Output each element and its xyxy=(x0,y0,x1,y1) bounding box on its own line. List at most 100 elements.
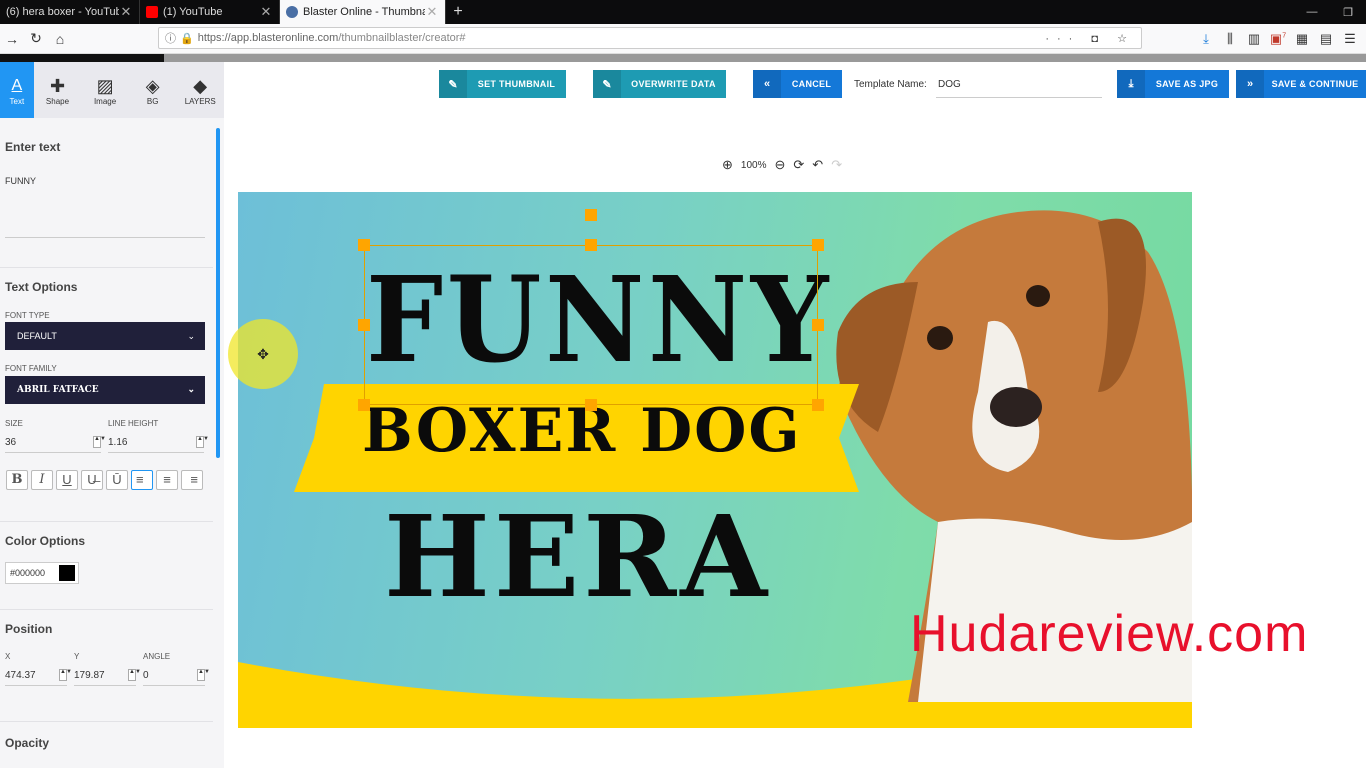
library-icon[interactable]: ⫼ xyxy=(1218,31,1242,47)
underline-button[interactable]: U xyxy=(56,470,78,490)
tab-label: BG xyxy=(146,96,159,106)
section-title: Color Options xyxy=(5,534,85,548)
restore-icon[interactable]: ❐ xyxy=(1330,0,1366,24)
zoom-level: 100% xyxy=(740,159,767,171)
text-icon: A xyxy=(11,76,23,94)
home-icon[interactable]: ⌂ xyxy=(48,31,72,47)
youtube-icon xyxy=(146,6,158,18)
info-icon[interactable]: ⓘ xyxy=(165,30,176,46)
color-input[interactable]: #000000 xyxy=(5,562,79,584)
resize-handle[interactable] xyxy=(358,319,370,331)
bold-button[interactable]: B xyxy=(6,470,28,490)
format-buttons: B I U U̶ Ū ≡ ≡ ≡ xyxy=(6,470,203,490)
browser-tab-youtube-search[interactable]: (6) hera boxer - YouTube ✕ xyxy=(0,0,140,24)
x-input[interactable]: 474.37 ▲▼ xyxy=(5,666,72,686)
new-tab-button[interactable]: + xyxy=(446,0,470,24)
color-swatch[interactable] xyxy=(59,565,75,581)
paint-bucket-icon: ◈ xyxy=(145,75,160,96)
close-tab-icon[interactable]: ✕ xyxy=(425,4,439,20)
move-cursor-icon: ✥ xyxy=(228,319,298,389)
stepper-icon[interactable]: ▲▼ xyxy=(196,436,209,448)
chevron-down-icon: ⌄ xyxy=(187,331,195,341)
overwrite-data-button[interactable]: ✎ OVERWRITE DATA xyxy=(593,70,726,98)
tab-label: Shape xyxy=(45,96,70,106)
tab-text[interactable]: A Text xyxy=(0,62,34,118)
resize-handle[interactable] xyxy=(358,399,370,411)
align-left-button[interactable]: ≡ xyxy=(131,470,153,490)
extension-badge-icon[interactable]: ▣7 xyxy=(1266,31,1290,47)
reload-icon[interactable]: ↻ xyxy=(24,30,48,47)
stepper-icon[interactable]: ▲▼ xyxy=(93,436,106,448)
download-icon[interactable]: ⤓ xyxy=(1194,31,1218,47)
rotate-handle[interactable] xyxy=(585,209,597,221)
browser-tab-blaster[interactable]: Blaster Online - Thumbnail Bla ✕ xyxy=(280,0,446,24)
more-icon[interactable]: ··· xyxy=(1045,33,1080,45)
italic-button[interactable]: I xyxy=(31,470,53,490)
x-value: 474.37 xyxy=(5,670,36,681)
extension-icon[interactable]: ▦ xyxy=(1290,31,1314,47)
tab-image[interactable]: ▨ Image xyxy=(81,62,129,118)
size-value: 36 xyxy=(5,437,17,448)
button-label: SAVE & CONTINUE xyxy=(1271,79,1359,89)
browser-tab-youtube[interactable]: (1) YouTube ✕ xyxy=(140,0,280,24)
tab-shape[interactable]: ✚ Shape xyxy=(34,62,82,118)
align-center-button[interactable]: ≡ xyxy=(156,470,178,490)
rewind-icon: « xyxy=(753,70,781,98)
angle-input[interactable]: 0 ▲▼ xyxy=(143,666,210,686)
sidebar-icon[interactable]: ▥ xyxy=(1242,31,1266,47)
tool-tabs: A Text ✚ Shape ▨ Image ◈ BG ◆ LAYERS xyxy=(0,62,224,118)
forward-icon[interactable]: → xyxy=(0,31,24,47)
save-continue-button[interactable]: » SAVE & CONTINUE xyxy=(1236,70,1366,98)
close-tab-icon[interactable]: ✕ xyxy=(119,4,133,20)
cancel-button[interactable]: « CANCEL xyxy=(753,70,842,98)
color-value: #000000 xyxy=(10,568,46,578)
zoom-in-icon[interactable]: ⊕ xyxy=(722,157,733,173)
stepper-icon[interactable]: ▲▼ xyxy=(59,669,72,681)
line-height-input[interactable]: 1.16 ▲▼ xyxy=(108,433,209,453)
stepper-icon[interactable]: ▲▼ xyxy=(197,669,210,681)
menu-icon[interactable]: ☰ xyxy=(1338,31,1362,47)
font-family-label: FONT FAMILY xyxy=(5,364,57,373)
set-thumbnail-button[interactable]: ✎ SET THUMBNAIL xyxy=(439,70,566,98)
zoom-out-icon[interactable]: ⊖ xyxy=(774,157,785,173)
tab-layers[interactable]: ◆ LAYERS xyxy=(176,62,224,118)
align-right-button[interactable]: ≡ xyxy=(181,470,203,490)
tab-title: (1) YouTube xyxy=(163,6,223,18)
size-label: SIZE xyxy=(5,419,23,428)
tab-bg[interactable]: ◈ BG xyxy=(129,62,177,118)
blaster-favicon-icon xyxy=(286,6,298,18)
size-input[interactable]: 36 ▲▼ xyxy=(5,433,106,453)
undo-icon[interactable]: ↶ xyxy=(812,157,823,173)
strikethrough-button[interactable]: U̶ xyxy=(81,470,103,490)
canvas-text-hera[interactable]: HERA xyxy=(384,492,771,623)
font-family-value: ABRIL FATFACE xyxy=(17,385,99,395)
resize-handle[interactable] xyxy=(585,399,597,411)
tab-label: Text xyxy=(9,96,25,106)
close-tab-icon[interactable]: ✕ xyxy=(259,4,273,20)
overline-button[interactable]: Ū xyxy=(106,470,128,490)
text-input-area[interactable]: FUNNY xyxy=(5,176,205,238)
canvas-text-boxer-dog[interactable]: BOXER DOG xyxy=(362,396,802,466)
feather-icon: ✎ xyxy=(439,70,467,98)
font-family-select[interactable]: ABRIL FATFACE ⌄ xyxy=(5,376,205,404)
reset-icon[interactable]: ⟳ xyxy=(793,157,804,173)
template-name-input[interactable]: DOG xyxy=(936,74,1102,98)
url-bar[interactable]: ⓘ 🔒 https://app.blasteronline.com/thumbn… xyxy=(158,27,1142,49)
button-label: SAVE AS JPG xyxy=(1155,79,1219,89)
font-type-select[interactable]: DEFAULT ⌄ xyxy=(5,322,205,350)
bookmark-star-icon[interactable]: ☆ xyxy=(1117,33,1135,45)
stepper-icon[interactable]: ▲▼ xyxy=(128,669,141,681)
resize-handle[interactable] xyxy=(358,239,370,251)
button-label: OVERWRITE DATA xyxy=(631,79,716,89)
resize-handle[interactable] xyxy=(812,319,824,331)
panel-scrollbar[interactable] xyxy=(216,128,220,458)
pocket-icon[interactable]: ◘ xyxy=(1091,33,1106,45)
minimize-icon[interactable]: — xyxy=(1294,0,1330,24)
y-input[interactable]: 179.87 ▲▼ xyxy=(74,666,141,686)
save-as-jpg-button[interactable]: ⤓ SAVE AS JPG xyxy=(1117,70,1229,98)
resize-handle[interactable] xyxy=(585,239,597,251)
resize-handle[interactable] xyxy=(812,399,824,411)
extension-icon-2[interactable]: ▤ xyxy=(1314,31,1338,47)
resize-handle[interactable] xyxy=(812,239,824,251)
redo-icon[interactable]: ↷ xyxy=(831,157,842,173)
